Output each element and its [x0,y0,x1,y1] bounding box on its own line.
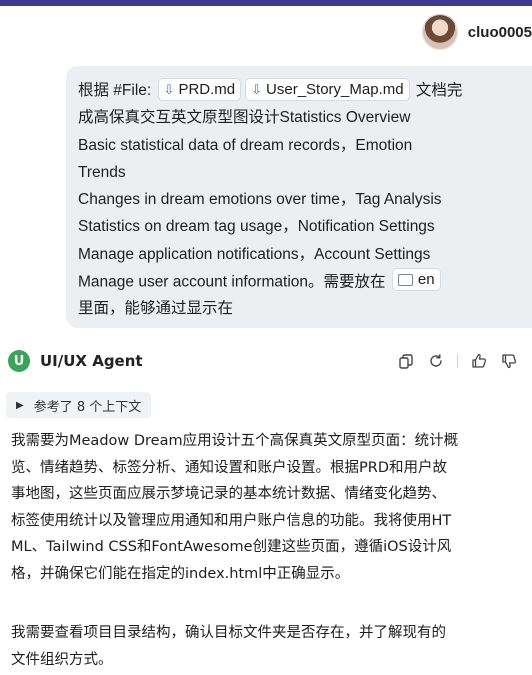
user-message-bubble: 根据 #File: ⇩ PRD.md ⇩ User_Story_Map.md 文… [66,66,532,328]
agent-avatar: U [8,350,30,372]
user-message-line: Manage application notifications，Account… [78,245,431,263]
file-chip-prd[interactable]: ⇩ PRD.md [157,78,242,101]
user-message-line: Manage user account information。需要放在 en [78,268,524,295]
file-chip-user-story-map[interactable]: ⇩ User_Story_Map.md [245,78,410,101]
context-label: 参考了 8 个上下文 [33,399,142,415]
agent-header: U UI/UX Agent [8,346,528,376]
actions-divider [457,354,458,368]
thumbs-up-icon [472,353,487,368]
top-bar [0,0,532,6]
response-line: 我需要查看项目目录结构，确认目标文件夹是否存在，并了解现有的 [11,625,446,641]
file-chip-label: User_Story_Map.md [266,81,404,98]
message-text: 根据 #File: [78,82,152,99]
user-message-line: 根据 #File: ⇩ PRD.md ⇩ User_Story_Map.md 文… [78,77,524,104]
user-message-line: Changes in dream emotions over time，Tag … [78,191,442,209]
folder-icon [397,273,413,286]
response-line: 我需要为Meadow Dream应用设计五个高保真英文原型页面：统计概 [11,433,459,449]
agent-name: UI/UX Agent [40,352,143,370]
username: cluo0005 [467,23,532,41]
message-text: 文档完 [415,82,463,99]
thumbs-down-icon [502,354,517,369]
copy-button[interactable] [391,350,421,372]
user-message-line: Trends [78,163,126,181]
response-line: 文件组织方式。 [11,651,113,668]
refresh-icon [430,354,442,367]
response-paragraph: 我需要为Meadow Dream应用设计五个高保真英文原型页面：统计概 览、情绪… [11,428,526,587]
folder-chip-label: en [417,271,435,289]
folder-chip-en[interactable]: en [391,268,441,292]
user-message-line: Statistics on dream tag usage，Notificati… [78,218,435,236]
context-references-toggle[interactable]: ▶ 参考了 8 个上下文 [6,392,152,418]
file-chip-label: PRD.md [178,81,236,98]
user-message-line: Basic statistical data of dream records，… [78,136,413,154]
response-line: 事地图，这些页面应展示梦境记录的基本统计数据、情绪变化趋势、 [11,486,446,502]
user-avatar[interactable] [421,14,458,50]
response-line: 览、情绪趋势、标签分析、通知设置和账户设置。根据PRD和用户故 [11,459,447,476]
thumbs-up-button[interactable] [464,350,494,372]
thumbs-down-button[interactable] [494,350,524,372]
file-reference-icon: ⇩ [251,82,263,97]
regenerate-button[interactable] [421,350,451,372]
response-line: 标签使用统计以及管理应用通知和用户账户信息的功能。我将使用HT [11,512,452,529]
message-text: Manage user account information。需要放在 [78,273,386,291]
chevron-right-icon: ▶ [16,399,24,411]
file-reference-icon: ⇩ [163,82,175,97]
response-paragraph: 我需要查看项目目录结构，确认目标文件夹是否存在，并了解现有的 文件组织方式。 [11,620,526,673]
response-line: ML、Tailwind CSS和FontAwesome创建这些页面，遵循iOS设… [11,539,452,555]
message-actions [391,350,524,372]
user-message-line: 成高保真交互英文原型图设计Statistics Overview [78,109,411,127]
copy-icon [399,353,413,369]
response-line: 格，并确保它们能在指定的index.html中正确显示。 [11,565,350,582]
user-header: cluo0005 [421,12,532,52]
user-message-line: 里面，能够通过显示在 [78,300,234,318]
